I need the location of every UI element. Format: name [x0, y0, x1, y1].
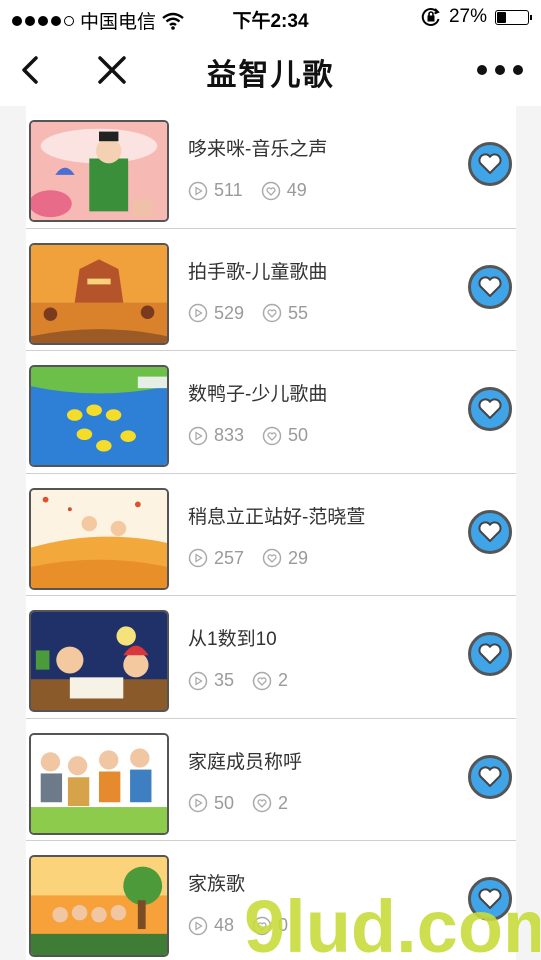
song-stats: 833 50	[188, 425, 326, 446]
song-title: 家庭成员称呼	[188, 751, 303, 773]
like-count: 49	[286, 180, 307, 200]
like-count: 50	[288, 425, 309, 445]
more-dot-icon	[477, 65, 487, 75]
like-count: 29	[288, 547, 309, 568]
navigation-bar: 益智儿歌	[0, 36, 541, 106]
list-item[interactable]: 哆来咪-音乐之声 511 49	[26, 106, 516, 229]
favorite-button[interactable]	[468, 754, 512, 799]
play-count: 35	[214, 670, 235, 690]
heart-icon	[478, 765, 502, 787]
like-count: 2	[278, 670, 289, 690]
like-count-icon	[262, 548, 282, 568]
more-button[interactable]	[477, 54, 523, 86]
watermark-logo: 9lud.com	[244, 885, 540, 960]
song-title: 拍手歌-儿童歌曲	[188, 261, 328, 283]
song-stats: 529 55	[188, 303, 326, 324]
play-count-icon	[188, 426, 208, 445]
like-count-icon	[262, 303, 282, 323]
status-bar: 中国电信 下午2:34 27%	[0, 0, 541, 36]
song-thumbnail	[29, 610, 169, 712]
song-stats: 257 29	[188, 548, 326, 569]
page-title: 益智儿歌	[206, 59, 335, 92]
play-count-icon	[188, 303, 208, 323]
play-count: 833	[214, 425, 245, 445]
like-count-icon	[252, 793, 272, 813]
song-thumbnail	[29, 242, 169, 345]
song-stats: 511 49	[188, 180, 325, 201]
favorite-button[interactable]	[468, 264, 512, 309]
like-count: 2	[278, 792, 289, 813]
play-count: 257	[214, 547, 245, 568]
play-count-icon	[188, 793, 208, 813]
play-count-icon	[188, 671, 208, 690]
heart-icon	[478, 153, 502, 174]
list-item[interactable]: 稍息立正站好-范晓萱 257 29	[26, 474, 516, 596]
play-count: 511	[214, 180, 243, 200]
like-count-icon	[252, 671, 272, 690]
like-count-icon	[262, 426, 282, 445]
song-title: 哆来咪-音乐之声	[188, 139, 328, 160]
song-title: 稍息立正站好-范晓萱	[188, 506, 366, 528]
favorite-button[interactable]	[468, 142, 512, 186]
rotation-lock-icon	[421, 8, 440, 26]
play-count-icon	[188, 548, 208, 568]
heart-icon	[478, 520, 502, 542]
song-stats: 35 2	[188, 670, 306, 691]
song-list: 哆来咪-音乐之声 511 49 拍手歌-儿童歌曲 529 55 数鸭子-少儿歌曲…	[0, 106, 541, 960]
heart-icon	[478, 275, 502, 297]
like-count-icon	[261, 181, 280, 200]
favorite-button[interactable]	[468, 387, 512, 431]
play-count: 529	[214, 302, 245, 323]
song-title: 数鸭子-少儿歌曲	[188, 384, 328, 405]
song-thumbnail	[29, 487, 169, 590]
heart-icon	[478, 643, 502, 664]
more-dot-icon	[513, 65, 523, 75]
play-count-icon	[188, 181, 208, 200]
list-item[interactable]: 拍手歌-儿童歌曲 529 55	[26, 229, 516, 351]
play-count: 48	[214, 915, 235, 935]
list-item[interactable]: 从1数到10 35 2	[26, 596, 516, 719]
song-stats: 50 2	[188, 793, 306, 814]
favorite-button[interactable]	[468, 509, 512, 554]
favorite-button[interactable]	[468, 632, 512, 676]
list-item[interactable]: 数鸭子-少儿歌曲 833 50	[26, 351, 516, 474]
list-item[interactable]: 家庭成员称呼 50 2	[26, 719, 516, 841]
song-thumbnail	[29, 855, 169, 957]
song-title: 家族歌	[188, 874, 246, 895]
battery-percent: 27%	[448, 6, 487, 27]
song-thumbnail	[29, 365, 169, 467]
more-dot-icon	[495, 65, 505, 75]
song-title: 从1数到10	[188, 629, 277, 650]
play-count-icon	[188, 916, 208, 935]
like-count: 55	[288, 302, 309, 323]
play-count: 50	[214, 792, 235, 813]
heart-icon	[478, 398, 502, 419]
song-thumbnail	[29, 120, 169, 222]
battery-icon	[495, 9, 532, 25]
svg-text:9lud.com: 9lud.com	[244, 885, 540, 960]
song-thumbnail	[29, 732, 169, 835]
